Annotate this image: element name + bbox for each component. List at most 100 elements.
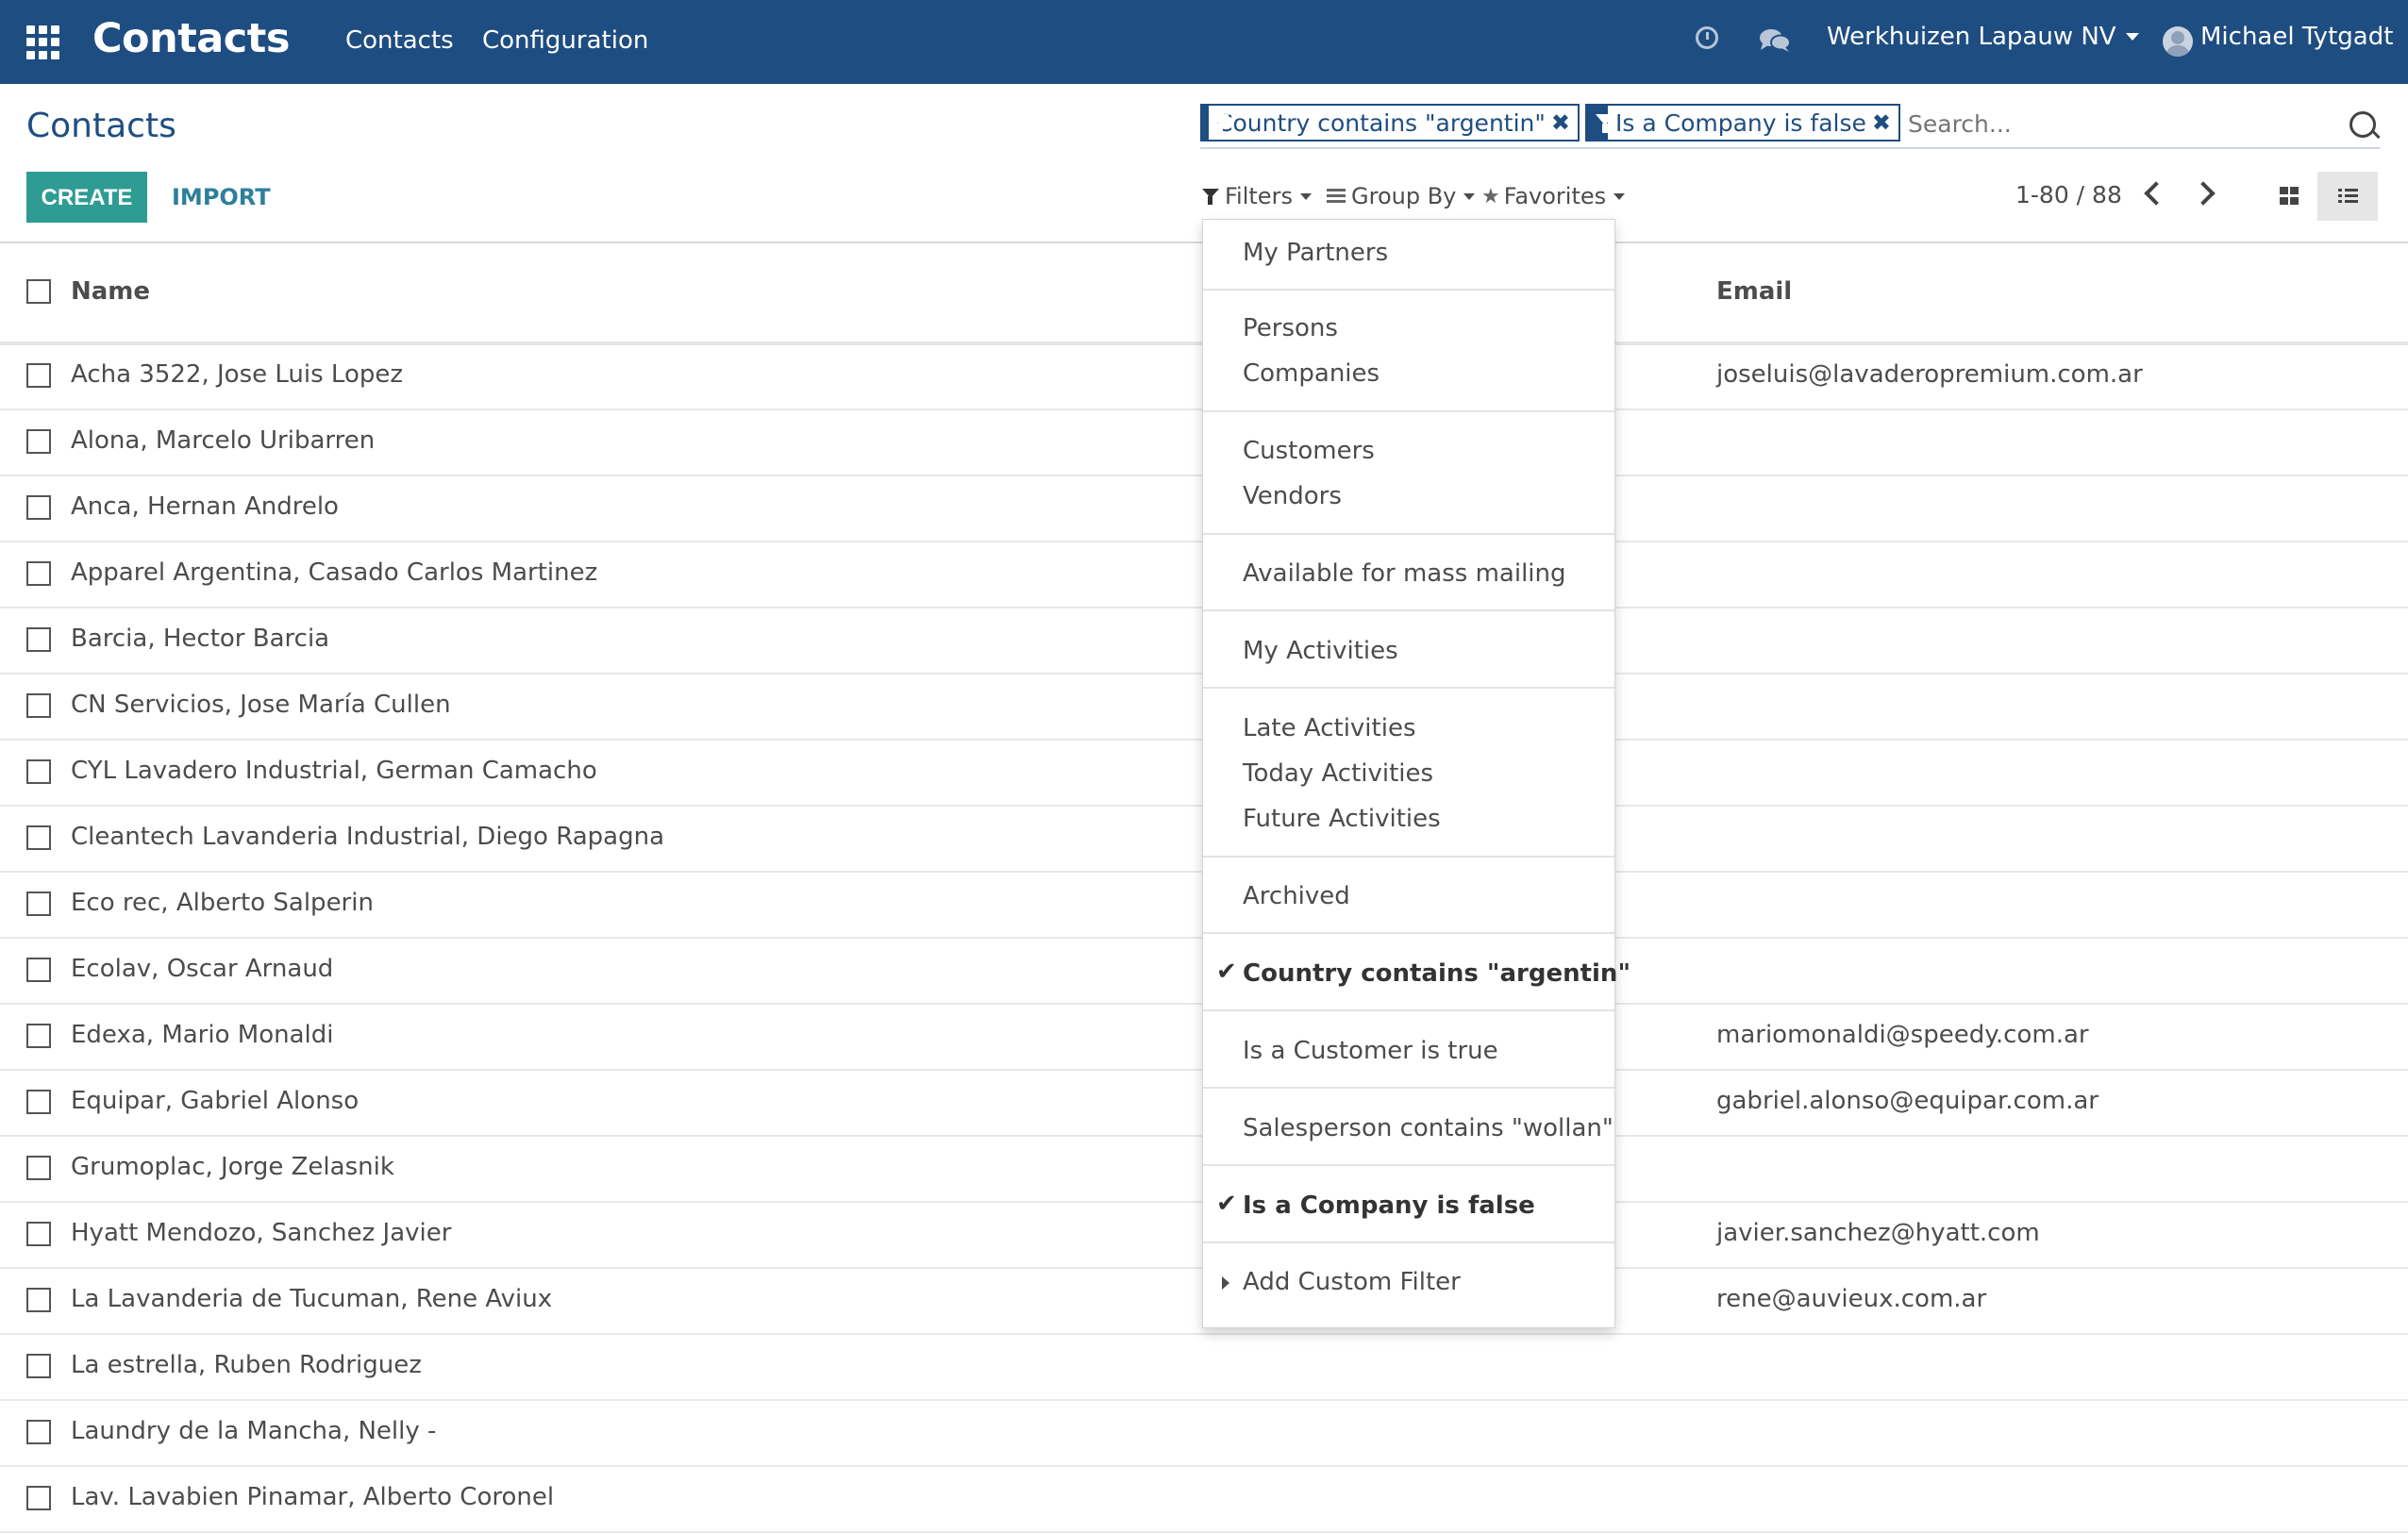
remove-facet-icon[interactable]: ✖ [1551, 109, 1578, 136]
contact-name: Barcia, Hector Barcia [71, 625, 330, 653]
row-checkbox[interactable] [26, 693, 51, 718]
list-view-icon[interactable] [2317, 172, 2378, 221]
company-name: Werkhuizen Lapauw NV [1827, 23, 2116, 51]
divider [1203, 289, 1614, 291]
filter-today-activities[interactable]: Today Activities [1243, 759, 1433, 788]
row-checkbox[interactable] [26, 759, 51, 784]
row-checkbox[interactable] [26, 825, 51, 850]
favorites-label: Favorites [1503, 183, 1607, 209]
row-checkbox[interactable] [26, 1156, 51, 1180]
remove-facet-icon[interactable]: ✖ [1872, 109, 1898, 136]
filter-my-partners[interactable]: My Partners [1243, 239, 1388, 267]
row-checkbox[interactable] [26, 363, 51, 388]
divider [1203, 932, 1614, 934]
filter-icon [1587, 106, 1614, 140]
row-checkbox[interactable] [26, 1090, 51, 1114]
contact-name: Anca, Hernan Andrelo [71, 492, 339, 521]
filter-salesperson-wollan[interactable]: Salesperson contains "wollan" [1243, 1114, 1614, 1142]
row-checkbox[interactable] [26, 1222, 51, 1246]
chevron-left-icon[interactable] [2144, 181, 2168, 206]
favorites-button[interactable]: ★ Favorites [1481, 183, 1626, 209]
filter-persons[interactable]: Persons [1243, 314, 1338, 342]
contact-name: Lav. Lavabien Pinamar, Alberto Coronel [71, 1483, 555, 1511]
row-checkbox[interactable] [26, 1354, 51, 1378]
contact-name: Laundry de la Mancha, Nelly - [71, 1417, 437, 1445]
filters-label: Filters [1225, 183, 1293, 209]
row-checkbox[interactable] [26, 1486, 51, 1510]
apps-grid-icon[interactable] [26, 25, 60, 59]
check-icon: ✔ [1216, 1190, 1237, 1218]
column-header-name[interactable]: Name [71, 277, 150, 306]
group-by-label: Group By [1351, 183, 1457, 209]
star-icon: ★ [1481, 184, 1500, 208]
caret-right-icon [1222, 1276, 1229, 1290]
import-button[interactable]: IMPORT [162, 172, 280, 223]
filters-button[interactable]: Filters [1202, 183, 1312, 209]
activity-clock-icon[interactable] [1696, 26, 1718, 49]
filter-companies[interactable]: Companies [1243, 359, 1380, 388]
row-checkbox[interactable] [26, 429, 51, 454]
contact-name: Cleantech Lavanderia Industrial, Diego R… [71, 823, 665, 851]
chevron-down-icon [2125, 33, 2139, 41]
chevron-down-icon [1299, 192, 1312, 200]
bars-icon [1327, 189, 1346, 204]
contact-name: La estrella, Ruben Rodriguez [71, 1351, 422, 1379]
row-checkbox[interactable] [26, 627, 51, 652]
contact-email: rene@auvieux.com.ar [1716, 1285, 1987, 1313]
contact-name: CYL Lavadero Industrial, German Camacho [71, 757, 597, 785]
top-navbar: Contacts Contacts Configuration Werkhuiz… [0, 0, 2408, 84]
kanban-view-icon[interactable] [2268, 172, 2316, 221]
chevron-down-icon [1463, 192, 1476, 200]
divider [1203, 687, 1614, 689]
menu-contacts[interactable]: Contacts [345, 26, 454, 55]
divider [1203, 1087, 1614, 1089]
filter-icon [1202, 187, 1219, 206]
row-checkbox[interactable] [26, 1024, 51, 1048]
row-checkbox[interactable] [26, 1288, 51, 1312]
filter-vendors[interactable]: Vendors [1243, 482, 1342, 510]
table-row[interactable]: Laundry de la Mancha, Nelly - [0, 1400, 2408, 1467]
contact-name: Hyatt Mendozo, Sanchez Javier [71, 1219, 452, 1247]
row-checkbox[interactable] [26, 891, 51, 916]
search-input[interactable] [1906, 106, 2344, 142]
chevron-right-icon[interactable] [2191, 181, 2216, 206]
filter-customers[interactable]: Customers [1243, 437, 1375, 465]
filter-future-activities[interactable]: Future Activities [1243, 805, 1441, 833]
divider [1203, 533, 1614, 535]
filter-country-argentin[interactable]: Country contains "argentin" [1243, 959, 1630, 988]
avatar[interactable] [2163, 26, 2193, 57]
facet-label: Is a Company is false [1615, 108, 1866, 137]
filter-mass-mailing[interactable]: Available for mass mailing [1243, 559, 1566, 588]
menu-configuration[interactable]: Configuration [482, 26, 648, 55]
filter-is-customer[interactable]: Is a Customer is true [1243, 1037, 1498, 1065]
column-header-email[interactable]: Email [1716, 277, 1792, 306]
contact-email: joseluis@lavaderopremium.com.ar [1716, 360, 2143, 389]
contact-name: Grumoplac, Jorge Zelasnik [71, 1153, 394, 1181]
contact-name: Alona, Marcelo Uribarren [71, 426, 376, 455]
filter-icon [1202, 106, 1229, 140]
add-custom-filter[interactable]: Add Custom Filter [1243, 1268, 1461, 1296]
user-name: Michael Tytgadt [2200, 23, 2394, 51]
filter-archived[interactable]: Archived [1243, 882, 1350, 910]
contact-email: gabriel.alonso@equipar.com.ar [1716, 1087, 2099, 1115]
facet-label: Country contains "argentin" [1216, 108, 1546, 137]
filter-my-activities[interactable]: My Activities [1243, 637, 1398, 665]
filter-is-company-false[interactable]: Is a Company is false [1243, 1191, 1535, 1220]
contact-name: Edexa, Mario Monaldi [71, 1021, 334, 1049]
pager-value[interactable]: 1-80 / 88 [2015, 181, 2122, 208]
row-checkbox[interactable] [26, 1420, 51, 1444]
company-switcher[interactable]: Werkhuizen Lapauw NV [1827, 23, 2139, 51]
app-title: Contacts [92, 15, 290, 62]
row-checkbox[interactable] [26, 561, 51, 586]
table-row[interactable]: La estrella, Ruben Rodriguez [0, 1334, 2408, 1401]
row-checkbox[interactable] [26, 958, 51, 982]
chat-icon[interactable] [1759, 28, 1791, 53]
group-by-button[interactable]: Group By [1327, 183, 1476, 209]
search-facet-country: Country contains "argentin" ✖ [1200, 104, 1580, 142]
create-button[interactable]: CREATE [26, 172, 147, 223]
user-menu[interactable]: Michael Tytgadt [2200, 23, 2393, 51]
row-checkbox[interactable] [26, 495, 51, 520]
select-all-checkbox[interactable] [26, 279, 51, 304]
filter-late-activities[interactable]: Late Activities [1243, 714, 1416, 742]
search-icon[interactable] [2349, 111, 2376, 138]
